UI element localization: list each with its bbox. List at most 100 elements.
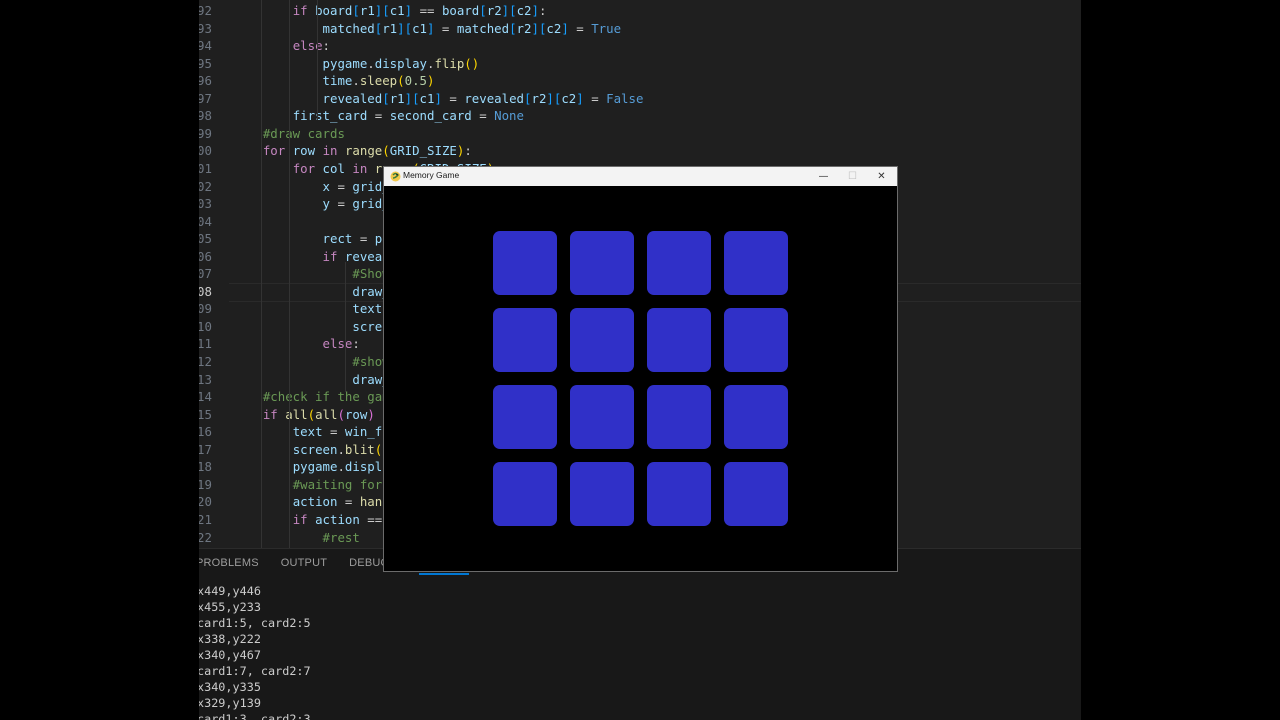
line-number: 11 (199, 336, 212, 352)
output-line: card1:5, card2:5 (199, 616, 311, 630)
memory-card[interactable] (570, 231, 634, 295)
code-text: draw_r (352, 371, 398, 387)
output-line: x340,y335 (199, 680, 261, 694)
line-number: 94 (199, 38, 212, 54)
bottom-panel: PROBLEMS OUTPUT DEBUG CONSOLE x449,y446 … (199, 548, 1081, 720)
code-text: if board[r1][c1] == board[r2][c2]: (292, 3, 547, 18)
code-text: y = grid_y (322, 196, 398, 212)
code-text: pygame.display (292, 459, 398, 475)
window-titlebar[interactable]: Memory Game — ☐ ✕ (384, 167, 897, 186)
line-number: 99 (199, 125, 212, 141)
memory-game-window[interactable]: Memory Game — ☐ ✕ (384, 167, 897, 571)
code-text: matched[r1][c1] = matched[r2][c2] = True (322, 20, 622, 36)
line-number: 03 (199, 196, 212, 212)
code-text: else: (292, 38, 330, 54)
code-text: rect = pyg (322, 231, 398, 247)
code-text: action = handl (292, 494, 398, 510)
line-number: 07 (199, 266, 212, 282)
code-text: #check if the game (262, 389, 398, 405)
memory-card[interactable] (493, 385, 557, 449)
line-number: 05 (199, 231, 212, 247)
minimize-button[interactable]: — (809, 167, 838, 186)
output-line: x338,y222 (199, 632, 261, 646)
line-number: 14 (199, 389, 212, 405)
memory-card[interactable] (493, 462, 557, 526)
code-text: text = win_fo (292, 424, 390, 440)
memory-card[interactable] (570, 462, 634, 526)
memory-card[interactable] (724, 385, 788, 449)
memory-card[interactable] (724, 231, 788, 295)
line-number: 20 (199, 494, 212, 510)
code-text: revealed[r1][c1] = revealed[r2][c2] = Fa… (322, 90, 644, 106)
code-text: text = (352, 301, 397, 317)
line-number: 01 (199, 160, 212, 176)
active-tab-indicator (419, 573, 469, 575)
code-text: #rest (322, 529, 360, 545)
memory-card[interactable] (570, 308, 634, 372)
code-text: if action == (292, 511, 383, 527)
line-number: 00 (199, 143, 212, 159)
maximize-button[interactable]: ☐ (838, 167, 867, 186)
line-number: 06 (199, 248, 212, 264)
window-title: Memory Game (403, 170, 460, 180)
line-number: 22 (199, 529, 212, 545)
line-number: 93 (199, 20, 212, 36)
output-line: x329,y139 (199, 696, 261, 710)
code-text: else: (322, 336, 360, 352)
code-text: screen.blit(te (292, 441, 397, 457)
memory-card[interactable] (647, 231, 711, 295)
line-number: 21 (199, 511, 212, 527)
line-number: 95 (199, 55, 212, 71)
game-canvas[interactable] (384, 186, 897, 571)
tab-output[interactable]: OUTPUT (281, 557, 327, 575)
memory-card[interactable] (724, 308, 788, 372)
line-number: 12 (199, 354, 212, 369)
output-line: x340,y467 (199, 648, 261, 662)
indent-guide (317, 0, 318, 120)
output-line: x455,y233 (199, 600, 261, 614)
tab-problems[interactable]: PROBLEMS (199, 557, 259, 575)
terminal-output[interactable]: x449,y446 x455,y233 card1:5, card2:5 x33… (199, 583, 311, 720)
line-number: 08 (199, 283, 212, 299)
code-text: first_card = second_card = None (292, 108, 524, 124)
line-number: 19 (199, 476, 212, 492)
line-number: 02 (199, 178, 212, 194)
code-text: time.sleep(0.5) (322, 73, 435, 89)
memory-card[interactable] (647, 385, 711, 449)
memory-card[interactable] (493, 231, 557, 295)
output-line: card1:7, card2:7 (199, 664, 311, 678)
line-number: 10 (199, 318, 212, 334)
pygame-snake-icon (390, 171, 401, 182)
line-number: 18 (199, 459, 212, 475)
output-line: card1:3, card2:3 (199, 712, 311, 720)
code-text: draw_r (352, 283, 398, 299)
line-number: 13 (199, 371, 212, 387)
indent-guide (289, 0, 290, 548)
indent-guide (345, 262, 346, 392)
line-number: 04 (199, 213, 212, 229)
line-number: 17 (199, 441, 212, 457)
memory-card[interactable] (647, 462, 711, 526)
code-text: for row in range(GRID_SIZE): (262, 143, 472, 159)
memory-card[interactable] (647, 308, 711, 372)
line-number: 09 (199, 301, 212, 317)
code-text: x = grid_x (322, 178, 398, 194)
code-text: pygame.display.flip() (322, 55, 480, 71)
line-number: 15 (199, 406, 212, 422)
line-number: 97 (199, 90, 212, 106)
memory-card[interactable] (724, 462, 788, 526)
code-text: if reveale (322, 248, 398, 264)
memory-card[interactable] (570, 385, 634, 449)
code-text: #waiting for (292, 476, 383, 492)
code-text: #Show (352, 266, 390, 282)
line-number: 16 (199, 424, 212, 440)
code-text: if all(all(row) fo (262, 406, 397, 422)
indent-guide (261, 0, 262, 548)
close-button[interactable]: ✕ (867, 167, 896, 186)
memory-card[interactable] (493, 308, 557, 372)
output-line: x449,y446 (199, 584, 261, 598)
line-number: 98 (199, 108, 212, 124)
line-number: 96 (199, 73, 212, 89)
code-text: screen (352, 318, 398, 334)
line-number: 92 (199, 3, 212, 18)
